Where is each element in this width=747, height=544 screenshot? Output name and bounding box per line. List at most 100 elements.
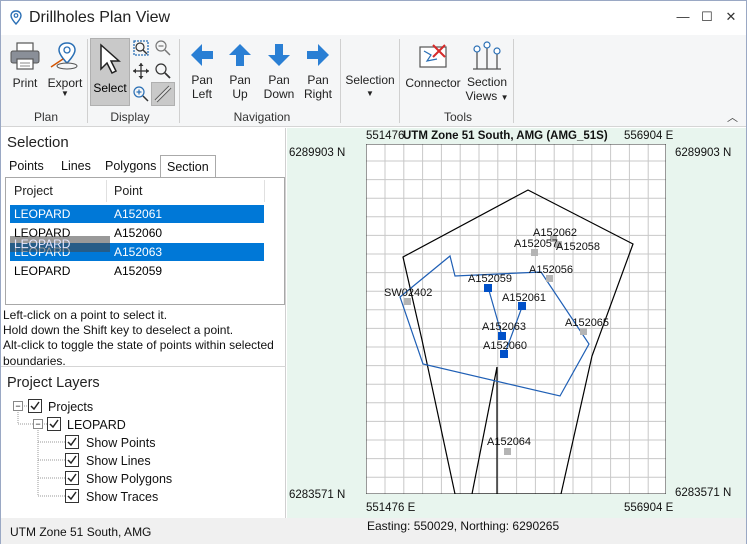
section-views-icon [473, 41, 501, 70]
window-title: Drillholes Plan View [29, 9, 171, 26]
ribbon-separator [399, 39, 400, 123]
row-project: LEOPARD [14, 264, 71, 278]
ribbon-separator [513, 39, 514, 123]
map-pin-icon [10, 10, 22, 26]
navigation-group-label: Navigation [233, 110, 291, 124]
section-points-list[interactable]: Project Point LEOPARD A152061 LEOPARD A1… [5, 177, 285, 305]
map-canvas[interactable]: A152059 A152061 A152063 A152060 A152062 … [366, 144, 666, 494]
export-dropdown-icon: ▼ [61, 89, 69, 98]
help-line: Left-click on a point to select it. [3, 308, 168, 322]
layers-tree: − Projects − LEOPARD Show Points Show Li… [1, 396, 286, 518]
projects-checkbox[interactable] [28, 399, 42, 413]
pan-move-icon[interactable] [132, 62, 150, 80]
checkmark-icon [67, 455, 77, 465]
tree-projects-label: Projects [48, 400, 94, 414]
point-label: A152060 [483, 340, 527, 352]
show-traces-checkbox[interactable] [65, 489, 79, 503]
tab-points[interactable]: Points [3, 155, 50, 177]
tab-lines[interactable]: Lines [55, 155, 97, 177]
show-lines-checkbox[interactable] [65, 453, 79, 467]
map-view[interactable]: 551476 UTM Zone 51 South, AMG (AMG_51S) … [287, 128, 746, 518]
pan-left-button[interactable]: Pan Left [185, 41, 219, 101]
collapse-ribbon-icon[interactable]: ︿ [727, 109, 738, 125]
tab-polygons[interactable]: Polygons [99, 155, 162, 177]
show-polygons-checkbox[interactable] [65, 471, 79, 485]
close-button[interactable]: ✕ [723, 9, 739, 25]
pan-up-button[interactable]: Pan Up [223, 41, 257, 101]
pan-up-label-2: Up [232, 87, 248, 101]
leopard-checkbox[interactable] [47, 417, 61, 431]
selection-dropdown-icon: ▼ [366, 89, 374, 98]
zoom-in-icon[interactable] [132, 85, 150, 103]
show-lines-label: Show Lines [86, 454, 151, 468]
connector-label: Connector [405, 76, 461, 90]
column-header-point[interactable]: Point [114, 184, 143, 198]
tree-leopard-label: LEOPARD [67, 418, 126, 432]
cursor-arrow-icon [100, 43, 121, 75]
tab-section[interactable]: Section [160, 155, 216, 177]
point-label: A152056 [529, 264, 573, 276]
row-point: A152059 [114, 264, 163, 278]
zoom-out-icon[interactable] [154, 39, 172, 57]
connector-button[interactable]: Connector [403, 41, 463, 90]
window: Drillholes Plan View — ☐ ✕ Print Export … [0, 0, 747, 544]
checkmark-icon [49, 419, 59, 429]
print-button[interactable]: Print [7, 41, 43, 90]
select-label: Select [93, 81, 127, 95]
point-marker[interactable] [498, 332, 506, 340]
show-points-checkbox[interactable] [65, 435, 79, 449]
point-label: A152063 [482, 321, 526, 333]
section-views-label-1: Section [466, 75, 508, 89]
point-marker[interactable] [504, 448, 511, 455]
checkmark-icon [30, 401, 40, 411]
left-panel: Selection Points Lines Polygons Section … [1, 128, 286, 518]
row-point: A152061 [114, 207, 163, 221]
checkmark-icon [67, 437, 77, 447]
point-marker[interactable] [580, 328, 587, 335]
panel-divider [1, 366, 286, 367]
map-top-left-easting: 551476 [366, 130, 405, 142]
export-pin-icon [50, 42, 78, 70]
point-marker[interactable] [484, 284, 492, 292]
map-top-right-northing: 6289903 N [675, 147, 732, 159]
pan-down-button[interactable]: Pan Down [260, 41, 298, 101]
point-marker[interactable] [531, 249, 538, 256]
column-header-project[interactable]: Project [14, 184, 53, 198]
project-layers-heading: Project Layers [7, 375, 100, 391]
plan-group-label: Plan [33, 110, 59, 124]
pan-left-label-1: Pan [191, 73, 213, 87]
connector-icon [419, 44, 447, 68]
show-polygons-label: Show Polygons [86, 472, 173, 486]
maximize-button[interactable]: ☐ [699, 9, 715, 25]
drag-ghost: LEOPARD [10, 236, 110, 252]
list-row[interactable]: LEOPARD A152059 [10, 262, 264, 280]
list-row[interactable]: LEOPARD A152061 [10, 205, 264, 223]
column-divider [264, 180, 265, 202]
map-top-left-northing: 6289903 N [289, 147, 346, 159]
zoom-extents-icon[interactable] [132, 39, 150, 57]
point-marker[interactable] [404, 298, 411, 305]
zoom-window-icon[interactable] [154, 62, 172, 80]
display-group-label: Display [110, 110, 150, 124]
ribbon-separator [179, 39, 180, 123]
selection-dropdown[interactable]: Selection ▼ [344, 73, 396, 98]
arrow-right-icon [307, 44, 329, 66]
show-traces-label: Show Traces [86, 490, 159, 504]
status-bar: UTM Zone 51 South, AMG Easting: 550029, … [1, 518, 746, 544]
column-divider [106, 180, 107, 202]
section-views-button[interactable]: Section Views ▼ [464, 41, 510, 105]
minimize-button[interactable]: — [675, 9, 691, 25]
measure-button[interactable] [151, 82, 175, 106]
collapse-toggle-icon[interactable]: − [13, 401, 23, 411]
point-label: SW02402 [384, 287, 432, 299]
pan-down-label-1: Pan [268, 73, 290, 87]
export-button[interactable]: Export ▼ [45, 41, 85, 98]
map-bottom-right-easting: 556904 E [624, 502, 674, 514]
cursor-coordinates: Easting: 550029, Northing: 6290265 [367, 519, 560, 533]
row-project: LEOPARD [14, 207, 71, 221]
point-marker[interactable] [546, 275, 553, 282]
map-bottom-left-easting: 551476 E [366, 502, 416, 514]
collapse-toggle-icon[interactable]: − [33, 419, 43, 429]
select-button[interactable]: Select [90, 38, 130, 106]
pan-right-button[interactable]: Pan Right [300, 41, 336, 101]
